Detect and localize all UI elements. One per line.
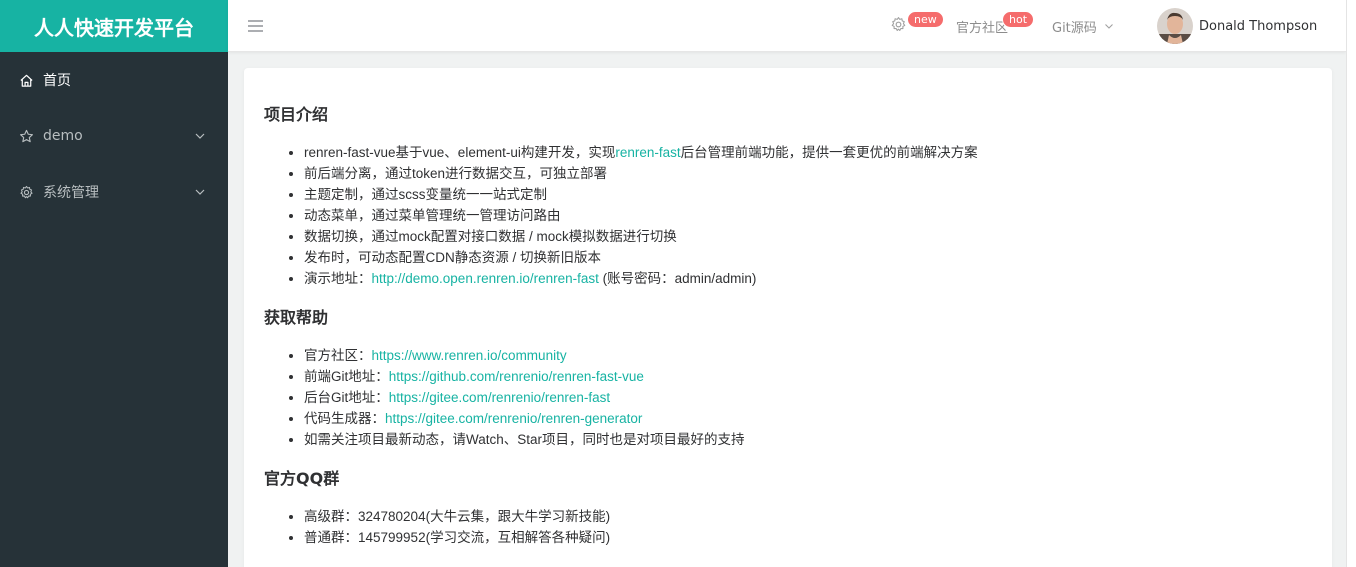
renren-fast-link[interactable]: renren-fast xyxy=(615,145,680,160)
list-item: renren-fast-vue基于vue、element-ui构建开发，实现re… xyxy=(304,142,1312,163)
list-item: 主题定制，通过scss变量统一一站式定制 xyxy=(304,184,1312,205)
demo-link[interactable]: http://demo.open.renren.io/renren-fast xyxy=(372,271,599,286)
list-item: 如需关注项目最新动态，请Watch、Star项目，同时也是对项目最好的支持 xyxy=(304,429,1312,450)
intro-list: renren-fast-vue基于vue、element-ui构建开发，实现re… xyxy=(264,142,1312,289)
sidebar: 首页 demo 系统管理 xyxy=(0,52,228,567)
star-icon xyxy=(18,128,34,144)
help-list: 官方社区：https://www.renren.io/community 前端G… xyxy=(264,345,1312,450)
list-item: 代码生成器：https://gitee.com/renrenio/renren-… xyxy=(304,408,1312,429)
qq-group-list: 高级群：324780204(大牛云集，跟大牛学习新技能) 普通群：1457999… xyxy=(264,506,1312,548)
list-item: 发布时，可动态配置CDN静态资源 / 切换新旧版本 xyxy=(304,247,1312,268)
item-text: 前端Git地址： xyxy=(304,369,389,384)
list-item: 前后端分离，通过token进行数据交互，可独立部署 xyxy=(304,163,1312,184)
sidebar-item-label: demo xyxy=(43,128,83,144)
generator-link[interactable]: https://gitee.com/renrenio/renren-genera… xyxy=(385,411,642,426)
right-edge-panel xyxy=(1346,0,1356,567)
sidebar-item-label: 系统管理 xyxy=(43,185,99,201)
main-content: 项目介绍 renren-fast-vue基于vue、element-ui构建开发… xyxy=(244,68,1332,567)
list-item: 高级群：324780204(大牛云集，跟大牛学习新技能) xyxy=(304,506,1312,527)
gear-icon xyxy=(18,184,34,200)
sidebar-item-system[interactable]: 系统管理 xyxy=(0,164,228,220)
list-item: 后台Git地址：https://gitee.com/renrenio/renre… xyxy=(304,387,1312,408)
list-item: 动态菜单，通过菜单管理统一管理访问路由 xyxy=(304,205,1312,226)
brand-title: 人人快速开发平台 xyxy=(0,0,228,52)
user-name: Donald Thompson xyxy=(1199,18,1318,34)
section-title: 官方QQ群 xyxy=(264,469,340,488)
home-icon xyxy=(18,72,34,88)
list-item: 前端Git地址：https://github.com/renrenio/renr… xyxy=(304,366,1312,387)
community-label: 官方社区 xyxy=(956,20,1009,36)
chevron-down-icon xyxy=(192,128,208,144)
backend-git-link[interactable]: https://gitee.com/renrenio/renren-fast xyxy=(389,390,610,405)
user-menu[interactable]: Donald Thompson xyxy=(1157,0,1317,52)
settings-button[interactable] xyxy=(890,0,910,52)
item-text: 官方社区： xyxy=(304,348,372,363)
git-source-dropdown[interactable]: Git源码 xyxy=(1052,0,1115,52)
new-badge: new xyxy=(907,11,944,28)
section-title: 获取帮助 xyxy=(264,308,329,327)
sidebar-item-demo[interactable]: demo xyxy=(0,108,228,164)
top-navbar: new 官方社区 hot Git源码 Donald Thompson xyxy=(228,0,1346,52)
item-text: renren-fast-vue基于vue、element-ui构建开发，实现 xyxy=(304,145,616,160)
hot-badge: hot xyxy=(1002,11,1035,28)
item-text: 演示地址： xyxy=(304,271,372,286)
community-link[interactable]: 官方社区 xyxy=(956,0,1008,52)
item-text: (账号密码：admin/admin) xyxy=(598,271,757,286)
list-item: 演示地址：http://demo.open.renren.io/renren-f… xyxy=(304,268,1312,289)
frontend-git-link[interactable]: https://github.com/renrenio/renren-fast-… xyxy=(389,369,644,384)
item-text: 后台管理前端功能，提供一套更优的前端解决方案 xyxy=(680,145,978,160)
chevron-down-icon xyxy=(192,184,208,200)
sidebar-item-home[interactable]: 首页 xyxy=(0,52,228,108)
git-source-label: Git源码 xyxy=(1052,20,1097,36)
item-text: 代码生成器： xyxy=(304,411,385,426)
chevron-down-icon xyxy=(1103,20,1115,32)
sidebar-item-label: 首页 xyxy=(43,73,71,89)
item-text: 后台Git地址： xyxy=(304,390,389,405)
list-item: 普通群：145799952(学习交流，互相解答各种疑问) xyxy=(304,527,1312,548)
menu-toggle-icon[interactable] xyxy=(247,18,265,34)
section-title: 项目介绍 xyxy=(264,105,329,124)
avatar xyxy=(1157,8,1193,44)
list-item: 官方社区：https://www.renren.io/community xyxy=(304,345,1312,366)
community-url-link[interactable]: https://www.renren.io/community xyxy=(372,348,567,363)
gear-icon xyxy=(890,16,907,37)
list-item: 数据切换，通过mock配置对接口数据 / mock模拟数据进行切换 xyxy=(304,226,1312,247)
